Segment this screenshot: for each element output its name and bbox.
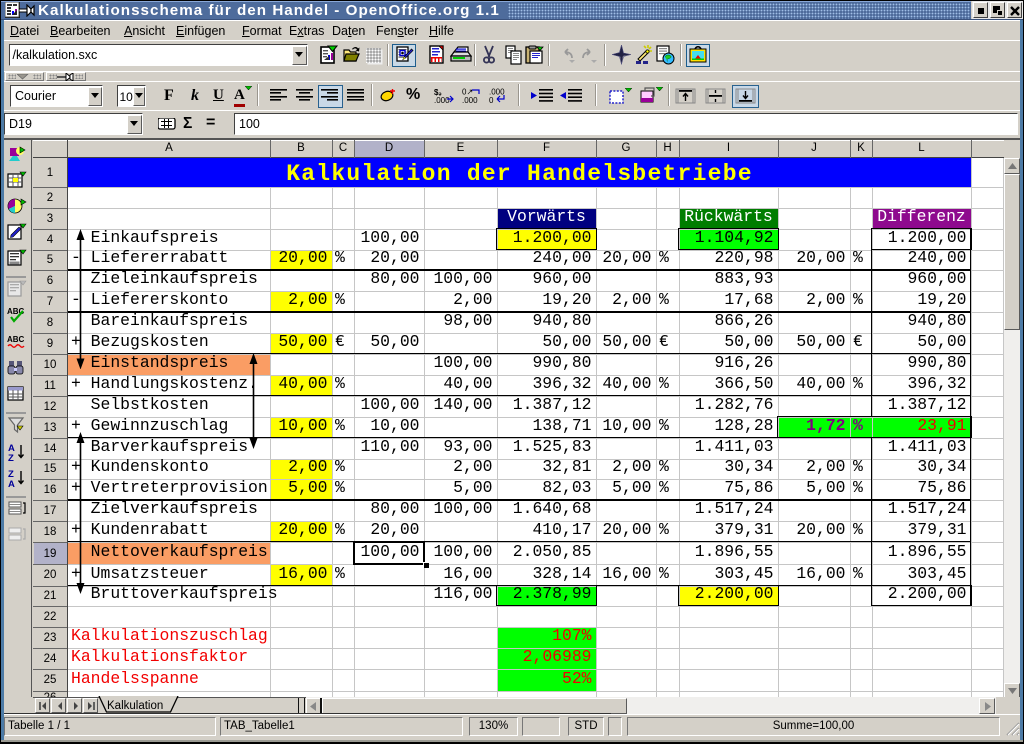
svg-text:.000: .000	[462, 96, 478, 104]
svg-text:ABC: ABC	[7, 335, 25, 344]
svg-text:0: 0	[489, 96, 494, 104]
svg-text:A: A	[8, 479, 15, 488]
svg-text:.000: .000	[434, 96, 450, 104]
svg-text:Z: Z	[8, 453, 14, 462]
